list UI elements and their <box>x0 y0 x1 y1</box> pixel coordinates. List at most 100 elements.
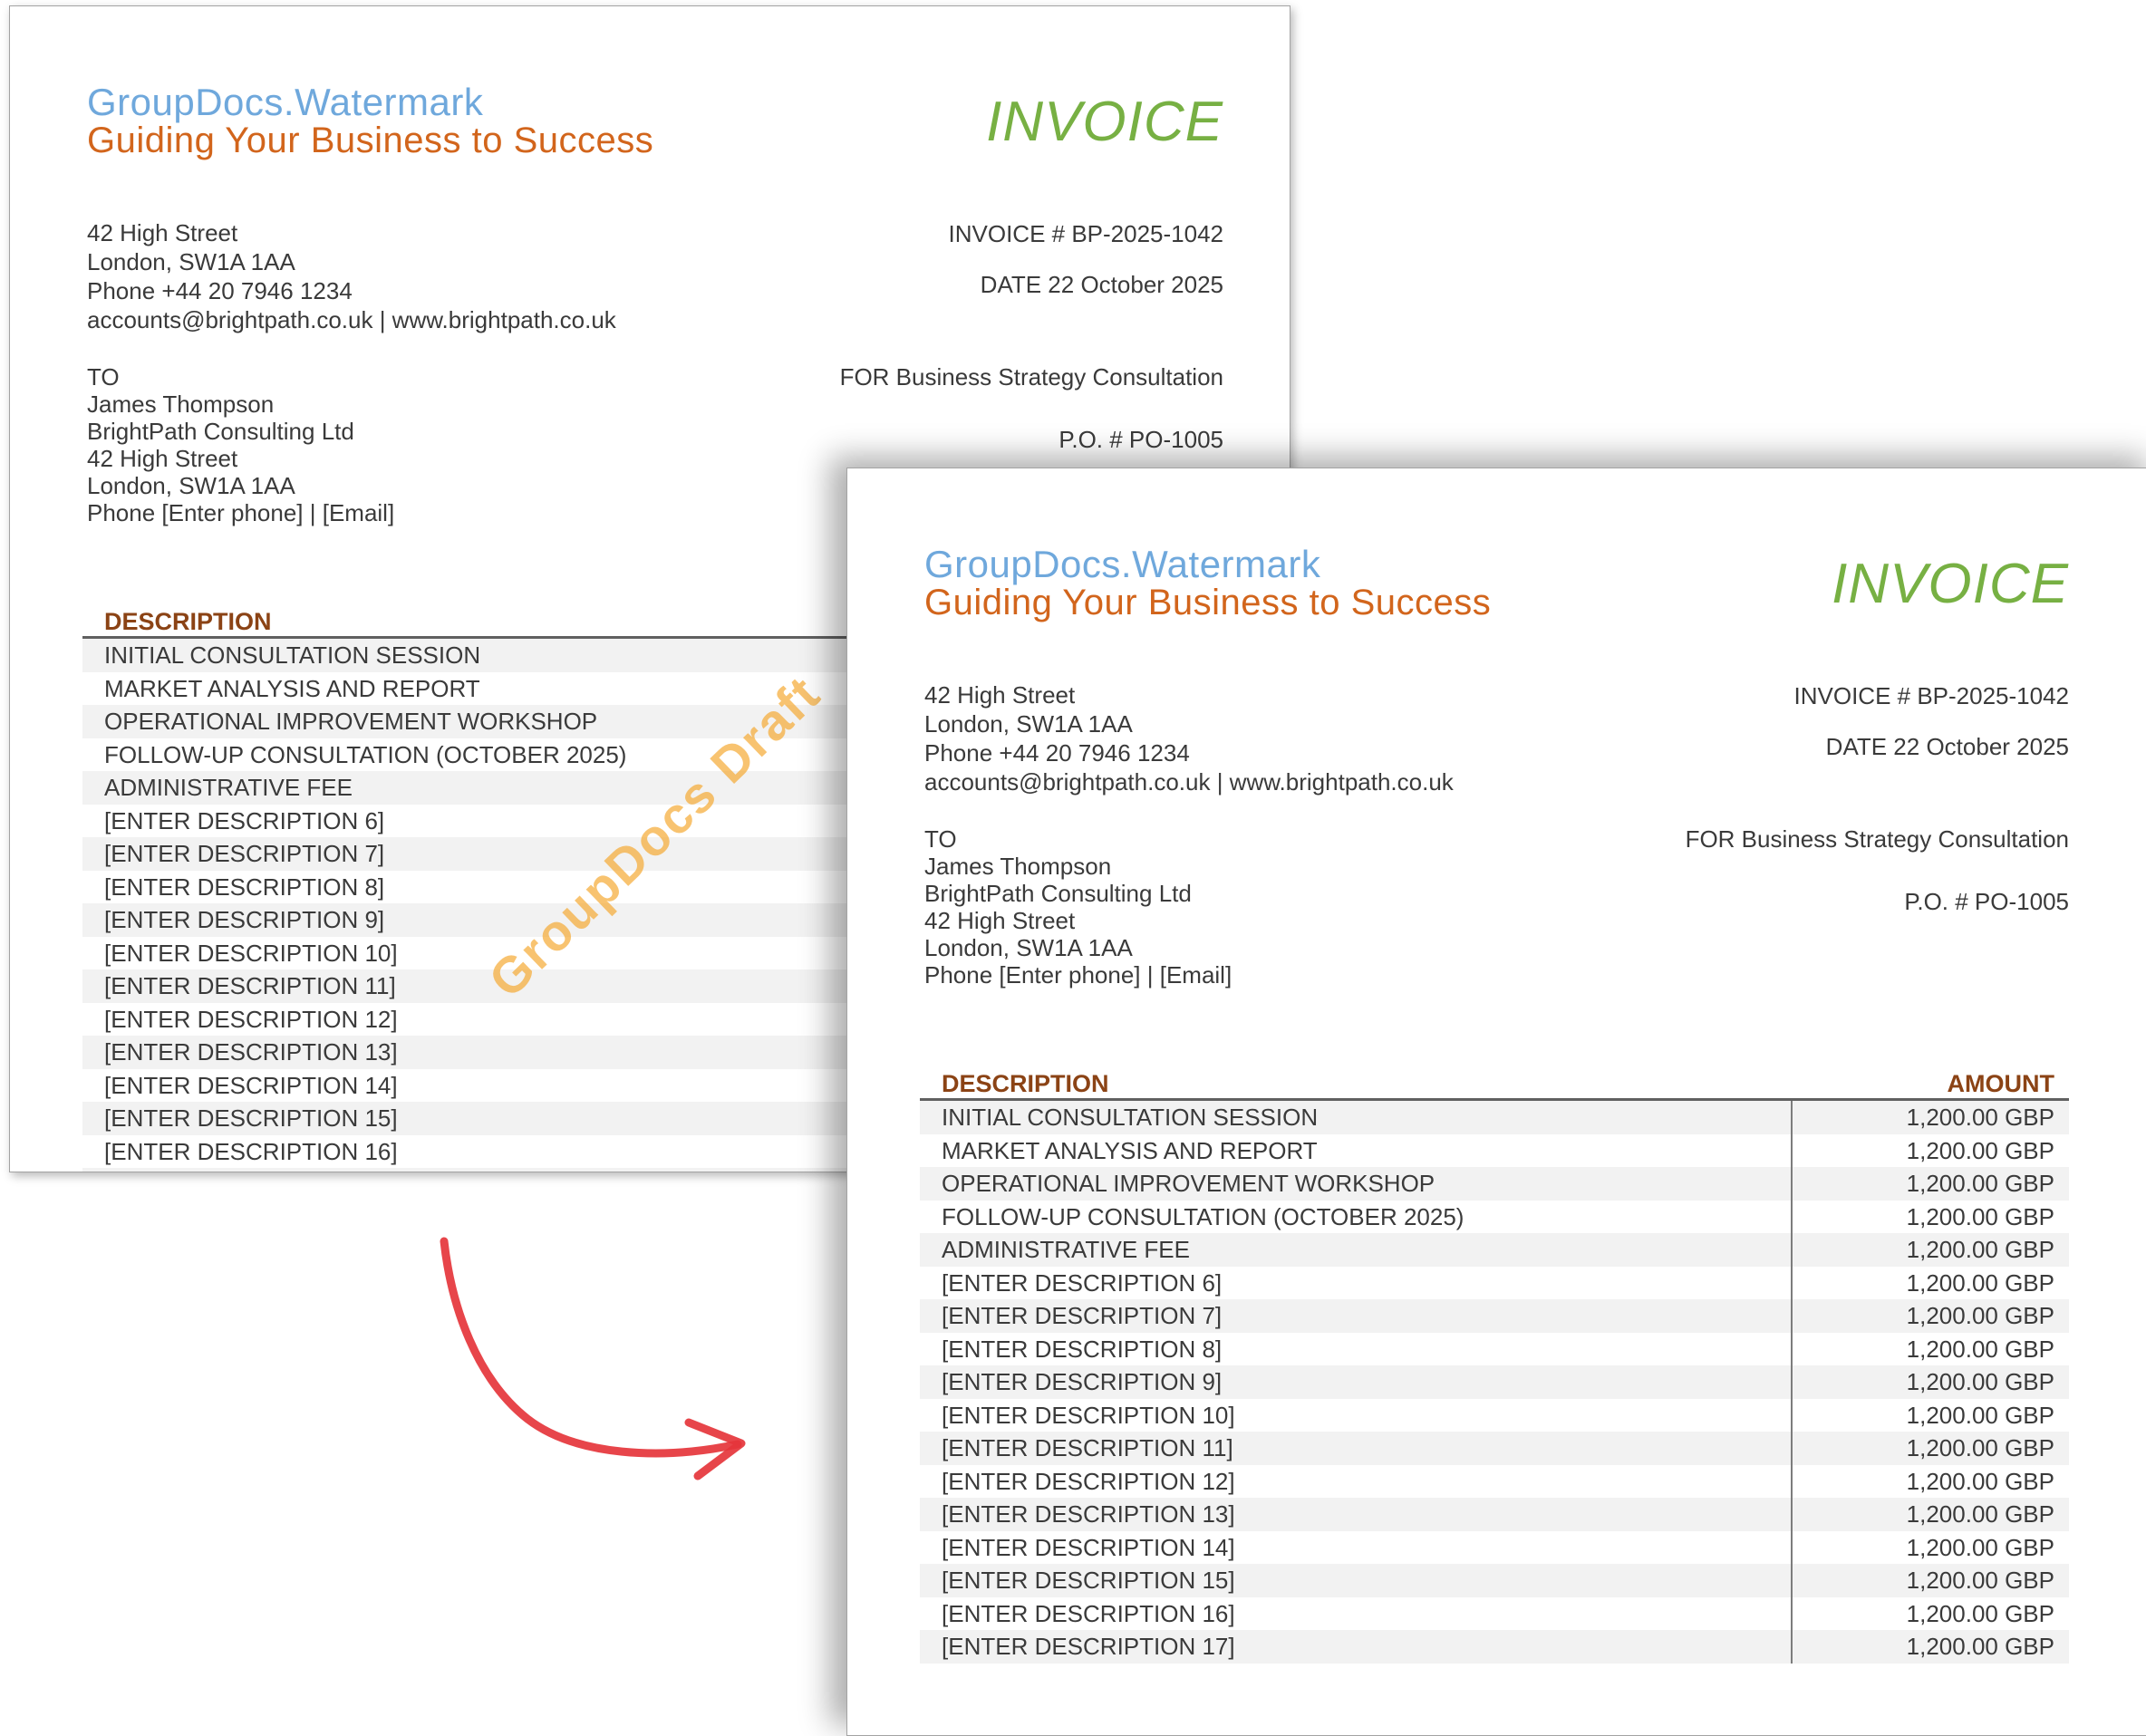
invoice-for: FOR Business Strategy Consultation <box>840 363 1223 391</box>
row-description: [ENTER DESCRIPTION 6] <box>82 805 945 838</box>
table-row: [ENTER DESCRIPTION 10]1,200.00 GBP <box>920 1399 2069 1432</box>
table-header: DESCRIPTION AMOUNT <box>920 1070 2069 1097</box>
row-description: [ENTER DESCRIPTION 11] <box>920 1432 1791 1465</box>
row-description: [ENTER DESCRIPTION 17] <box>82 1168 945 1172</box>
invoice-for: FOR Business Strategy Consultation <box>1686 825 2069 854</box>
row-amount: 1,200.00 GBP <box>1791 1597 2069 1631</box>
table-row: [ENTER DESCRIPTION 14]1,200.00 GBP <box>920 1531 2069 1565</box>
address-line: Phone +44 20 7946 1234 <box>924 738 1454 767</box>
address-line: 42 High Street <box>87 218 616 247</box>
row-amount: 1,200.00 GBP <box>1791 1201 2069 1234</box>
table-row: [ENTER DESCRIPTION 9]1,200.00 GBP <box>920 1365 2069 1399</box>
screenshot-canvas: { "invoice": { "company": { "name": "Gro… <box>0 0 2146 1638</box>
row-amount: 1,200.00 GBP <box>1791 1531 2069 1565</box>
address-line: 42 High Street <box>924 680 1454 709</box>
invoice-date: DATE 22 October 2025 <box>981 271 1223 299</box>
row-description: [ENTER DESCRIPTION 9] <box>920 1365 1791 1399</box>
table-row: [ENTER DESCRIPTION 7]1,200.00 GBP <box>920 1299 2069 1333</box>
row-description: FOLLOW-UP CONSULTATION (OCTOBER 2025) <box>82 738 945 772</box>
row-description: ADMINISTRATIVE FEE <box>82 771 945 805</box>
row-description: INITIAL CONSULTATION SESSION <box>82 639 945 672</box>
invoice-number: INVOICE # BP-2025-1042 <box>949 220 1224 248</box>
invoice-po: P.O. # PO-1005 <box>1058 426 1223 454</box>
invoice-heading: INVOICE <box>1832 552 2069 616</box>
company-tagline: Guiding Your Business to Success <box>87 121 653 161</box>
row-amount: 1,200.00 GBP <box>1791 1267 2069 1300</box>
row-description: [ENTER DESCRIPTION 13] <box>920 1498 1791 1531</box>
address-line: accounts@brightpath.co.uk | www.brightpa… <box>924 767 1454 796</box>
row-description: [ENTER DESCRIPTION 17] <box>920 1630 1791 1664</box>
row-description: [ENTER DESCRIPTION 15] <box>82 1102 945 1135</box>
row-description: [ENTER DESCRIPTION 7] <box>82 837 945 871</box>
table-row: [ENTER DESCRIPTION 13]1,200.00 GBP <box>920 1498 2069 1531</box>
bill-to-line: Phone [Enter phone] | [Email] <box>924 961 1232 989</box>
row-amount: 1,200.00 GBP <box>1791 1299 2069 1333</box>
bill-to-line: 42 High Street <box>87 445 394 472</box>
row-amount: 1,200.00 GBP <box>1791 1432 2069 1465</box>
row-description: [ENTER DESCRIPTION 16] <box>920 1597 1791 1631</box>
company-name: GroupDocs.Watermark <box>924 543 1320 586</box>
row-description: [ENTER DESCRIPTION 14] <box>920 1531 1791 1565</box>
bill-to-line: London, SW1A 1AA <box>87 472 394 499</box>
bill-to-block: TO James Thompson BrightPath Consulting … <box>87 363 394 526</box>
table-row: [ENTER DESCRIPTION 8]1,200.00 GBP <box>920 1333 2069 1366</box>
address-line: accounts@brightpath.co.uk | www.brightpa… <box>87 305 616 334</box>
company-tagline: Guiding Your Business to Success <box>924 583 1491 623</box>
row-description: [ENTER DESCRIPTION 12] <box>82 1003 945 1037</box>
row-amount: 1,200.00 GBP <box>1791 1465 2069 1499</box>
table-row: [ENTER DESCRIPTION 16]1,200.00 GBP <box>920 1597 2069 1631</box>
row-description: [ENTER DESCRIPTION 8] <box>82 871 945 904</box>
table-row: MARKET ANALYSIS AND REPORT1,200.00 GBP <box>920 1134 2069 1168</box>
row-description: [ENTER DESCRIPTION 6] <box>920 1267 1791 1300</box>
invoice-page-clean: GroupDocs.Watermark Guiding Your Busines… <box>846 468 2146 1736</box>
table-row: INITIAL CONSULTATION SESSION1,200.00 GBP <box>920 1101 2069 1134</box>
red-annotation-arrow <box>390 1196 798 1495</box>
bill-to-line: 42 High Street <box>924 907 1232 934</box>
bill-to-label: TO <box>924 825 1232 853</box>
row-description: [ENTER DESCRIPTION 16] <box>82 1135 945 1169</box>
bill-to-label: TO <box>87 363 394 391</box>
table-row: [ENTER DESCRIPTION 15]1,200.00 GBP <box>920 1564 2069 1597</box>
row-amount: 1,200.00 GBP <box>1791 1564 2069 1597</box>
row-amount: 1,200.00 GBP <box>1791 1399 2069 1432</box>
row-amount: 1,200.00 GBP <box>1791 1233 2069 1267</box>
row-description: OPERATIONAL IMPROVEMENT WORKSHOP <box>920 1167 1791 1201</box>
row-description: ADMINISTRATIVE FEE <box>920 1233 1791 1267</box>
invoice-number: INVOICE # BP-2025-1042 <box>1794 682 2070 710</box>
invoice-po: P.O. # PO-1005 <box>1904 888 2069 916</box>
address-line: London, SW1A 1AA <box>87 247 616 276</box>
table-row: [ENTER DESCRIPTION 6]1,200.00 GBP <box>920 1267 2069 1300</box>
address-line: London, SW1A 1AA <box>924 709 1454 738</box>
address-line: Phone +44 20 7946 1234 <box>87 276 616 305</box>
company-name: GroupDocs.Watermark <box>87 81 483 124</box>
row-amount: 1,200.00 GBP <box>1791 1101 2069 1134</box>
row-description: [ENTER DESCRIPTION 15] <box>920 1564 1791 1597</box>
company-address: 42 High Street London, SW1A 1AA Phone +4… <box>87 218 616 334</box>
table-row: [ENTER DESCRIPTION 12]1,200.00 GBP <box>920 1465 2069 1499</box>
bill-to-line: London, SW1A 1AA <box>924 934 1232 961</box>
bill-to-line: James Thompson <box>87 391 394 418</box>
description-column-header: DESCRIPTION <box>82 608 272 635</box>
row-amount: 1,200.00 GBP <box>1791 1333 2069 1366</box>
company-address: 42 High Street London, SW1A 1AA Phone +4… <box>924 680 1454 796</box>
table-row: FOLLOW-UP CONSULTATION (OCTOBER 2025)1,2… <box>920 1201 2069 1234</box>
row-description: [ENTER DESCRIPTION 7] <box>920 1299 1791 1333</box>
row-amount: 1,200.00 GBP <box>1791 1630 2069 1664</box>
bill-to-line: BrightPath Consulting Ltd <box>924 880 1232 907</box>
row-description: [ENTER DESCRIPTION 13] <box>82 1036 945 1069</box>
table-row: [ENTER DESCRIPTION 17]1,200.00 GBP <box>920 1630 2069 1664</box>
row-description: [ENTER DESCRIPTION 10] <box>920 1399 1791 1432</box>
table-row: OPERATIONAL IMPROVEMENT WORKSHOP1,200.00… <box>920 1167 2069 1201</box>
invoice-heading: INVOICE <box>986 90 1223 154</box>
description-column-header: DESCRIPTION <box>920 1070 1109 1097</box>
table-row: ADMINISTRATIVE FEE1,200.00 GBP <box>920 1233 2069 1267</box>
row-description: MARKET ANALYSIS AND REPORT <box>920 1134 1791 1168</box>
bill-to-block: TO James Thompson BrightPath Consulting … <box>924 825 1232 989</box>
row-amount: 1,200.00 GBP <box>1791 1365 2069 1399</box>
row-amount: 1,200.00 GBP <box>1791 1498 2069 1531</box>
row-description: [ENTER DESCRIPTION 8] <box>920 1333 1791 1366</box>
bill-to-line: James Thompson <box>924 853 1232 880</box>
row-amount: 1,200.00 GBP <box>1791 1167 2069 1201</box>
bill-to-line: BrightPath Consulting Ltd <box>87 418 394 445</box>
bill-to-line: Phone [Enter phone] | [Email] <box>87 499 394 526</box>
